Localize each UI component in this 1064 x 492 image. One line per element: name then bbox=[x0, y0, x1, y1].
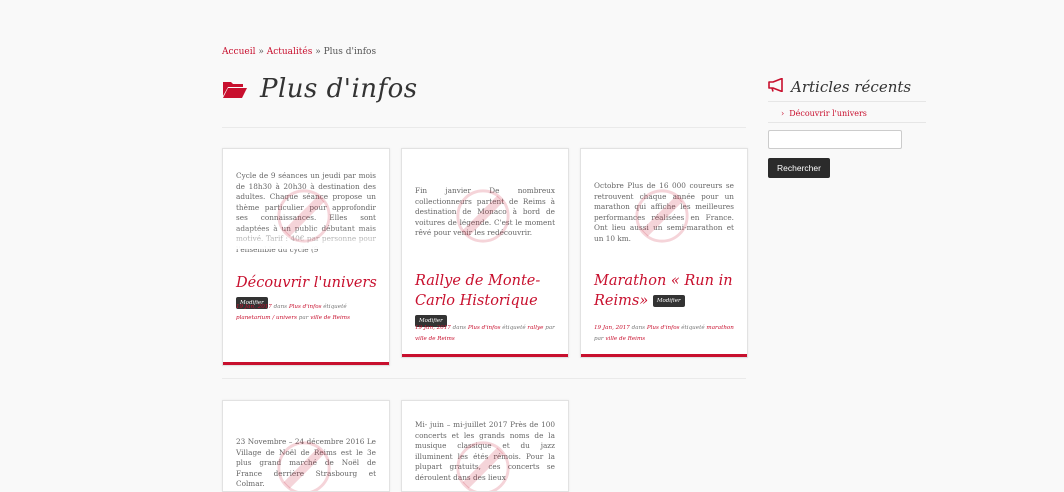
breadcrumb: Accueil » Actualités » Plus d'infos bbox=[222, 47, 376, 57]
post-tags-link[interactable]: rallye bbox=[527, 325, 543, 331]
post-title: Rallye de Monte-Carlo Historique Modifie… bbox=[415, 271, 560, 331]
breadcrumb-separator: » bbox=[312, 47, 324, 57]
breadcrumb-home-link[interactable]: Accueil bbox=[222, 47, 255, 57]
post-card[interactable]: 23 Novembre – 24 décembre 2016 Le Villag… bbox=[222, 400, 390, 492]
chevron-right-icon: › bbox=[781, 109, 785, 118]
page-header: Plus d'infos bbox=[222, 74, 418, 104]
post-title-link[interactable]: Rallye de Monte-Carlo Historique bbox=[415, 273, 540, 309]
post-excerpt: Octobre Plus de 16 000 coureurs se retro… bbox=[594, 181, 734, 243]
megaphone-icon bbox=[768, 77, 785, 96]
post-meta: 19 Jan, 2017 dans Plus d'infos étiqueté … bbox=[415, 323, 560, 345]
folder-open-icon bbox=[222, 79, 248, 99]
post-card[interactable]: Octobre Plus de 16 000 coureurs se retro… bbox=[580, 148, 748, 358]
search-input[interactable] bbox=[768, 130, 902, 149]
post-category-link[interactable]: Plus d'infos bbox=[647, 325, 680, 331]
divider bbox=[768, 122, 926, 123]
post-card[interactable]: Cycle de 9 séances un jeudi par mois de … bbox=[222, 148, 390, 366]
card-accent-bar bbox=[223, 362, 389, 365]
card-accent-bar bbox=[581, 354, 747, 357]
post-tags-link[interactable]: planetarium / univers bbox=[236, 315, 297, 321]
sidebar-item-decouvrir-univers[interactable]: › Découvrir l'univers bbox=[781, 109, 867, 118]
meta-text: par bbox=[594, 336, 606, 342]
page-title: Plus d'infos bbox=[260, 74, 418, 104]
post-author-link[interactable]: ville de Reims bbox=[605, 336, 645, 342]
post-category-link[interactable]: Plus d'infos bbox=[289, 304, 322, 310]
post-meta: 19 Jan, 2017 dans Plus d'infos étiqueté … bbox=[236, 302, 381, 324]
card-accent-bar bbox=[402, 354, 568, 357]
meta-text: étiqueté bbox=[500, 325, 528, 331]
sidebar-title: Articles récents bbox=[791, 77, 912, 96]
post-title: Marathon « Run in Reims» Modifier bbox=[594, 271, 739, 311]
meta-text: par bbox=[543, 325, 555, 331]
breadcrumb-section-link[interactable]: Actualités bbox=[267, 47, 313, 57]
post-date[interactable]: 19 Jan, 2017 bbox=[594, 325, 630, 331]
divider bbox=[222, 378, 746, 379]
meta-text: étiqueté bbox=[679, 325, 707, 331]
divider bbox=[222, 127, 746, 128]
post-author-link[interactable]: ville de Reims bbox=[310, 315, 350, 321]
meta-text: étiqueté bbox=[321, 304, 347, 310]
post-date[interactable]: 19 Jan, 2017 bbox=[236, 304, 272, 310]
post-excerpt: Fin janvier De nombreux collectionneurs … bbox=[415, 186, 555, 237]
sidebar-item-label[interactable]: Découvrir l'univers bbox=[789, 109, 867, 118]
meta-text: dans bbox=[271, 304, 289, 310]
post-tags-link[interactable]: marathon bbox=[706, 325, 733, 331]
post-card[interactable]: Fin janvier De nombreux collectionneurs … bbox=[401, 148, 569, 358]
post-card[interactable]: Mi- juin – mi-juillet 2017 Près de 100 c… bbox=[401, 400, 569, 492]
post-author-link[interactable]: ville de Reims bbox=[415, 336, 455, 342]
divider bbox=[768, 101, 926, 102]
edit-button[interactable]: Modifier bbox=[652, 295, 685, 307]
post-title-link[interactable]: Découvrir l'univers bbox=[236, 275, 377, 291]
post-date[interactable]: 19 Jan, 2017 bbox=[415, 325, 451, 331]
meta-text: dans bbox=[629, 325, 647, 331]
excerpt-fade bbox=[223, 227, 389, 249]
breadcrumb-current: Plus d'infos bbox=[323, 47, 377, 57]
meta-text: dans bbox=[450, 325, 468, 331]
post-category-link[interactable]: Plus d'infos bbox=[468, 325, 501, 331]
post-meta: 19 Jan, 2017 dans Plus d'infos étiqueté … bbox=[594, 323, 739, 345]
post-excerpt: Mi- juin – mi-juillet 2017 Près de 100 c… bbox=[415, 420, 555, 482]
meta-text: par bbox=[297, 315, 311, 321]
breadcrumb-separator: » bbox=[255, 47, 267, 57]
sidebar-widget-header: Articles récents bbox=[768, 77, 911, 96]
search-button[interactable]: Rechercher bbox=[768, 158, 830, 178]
